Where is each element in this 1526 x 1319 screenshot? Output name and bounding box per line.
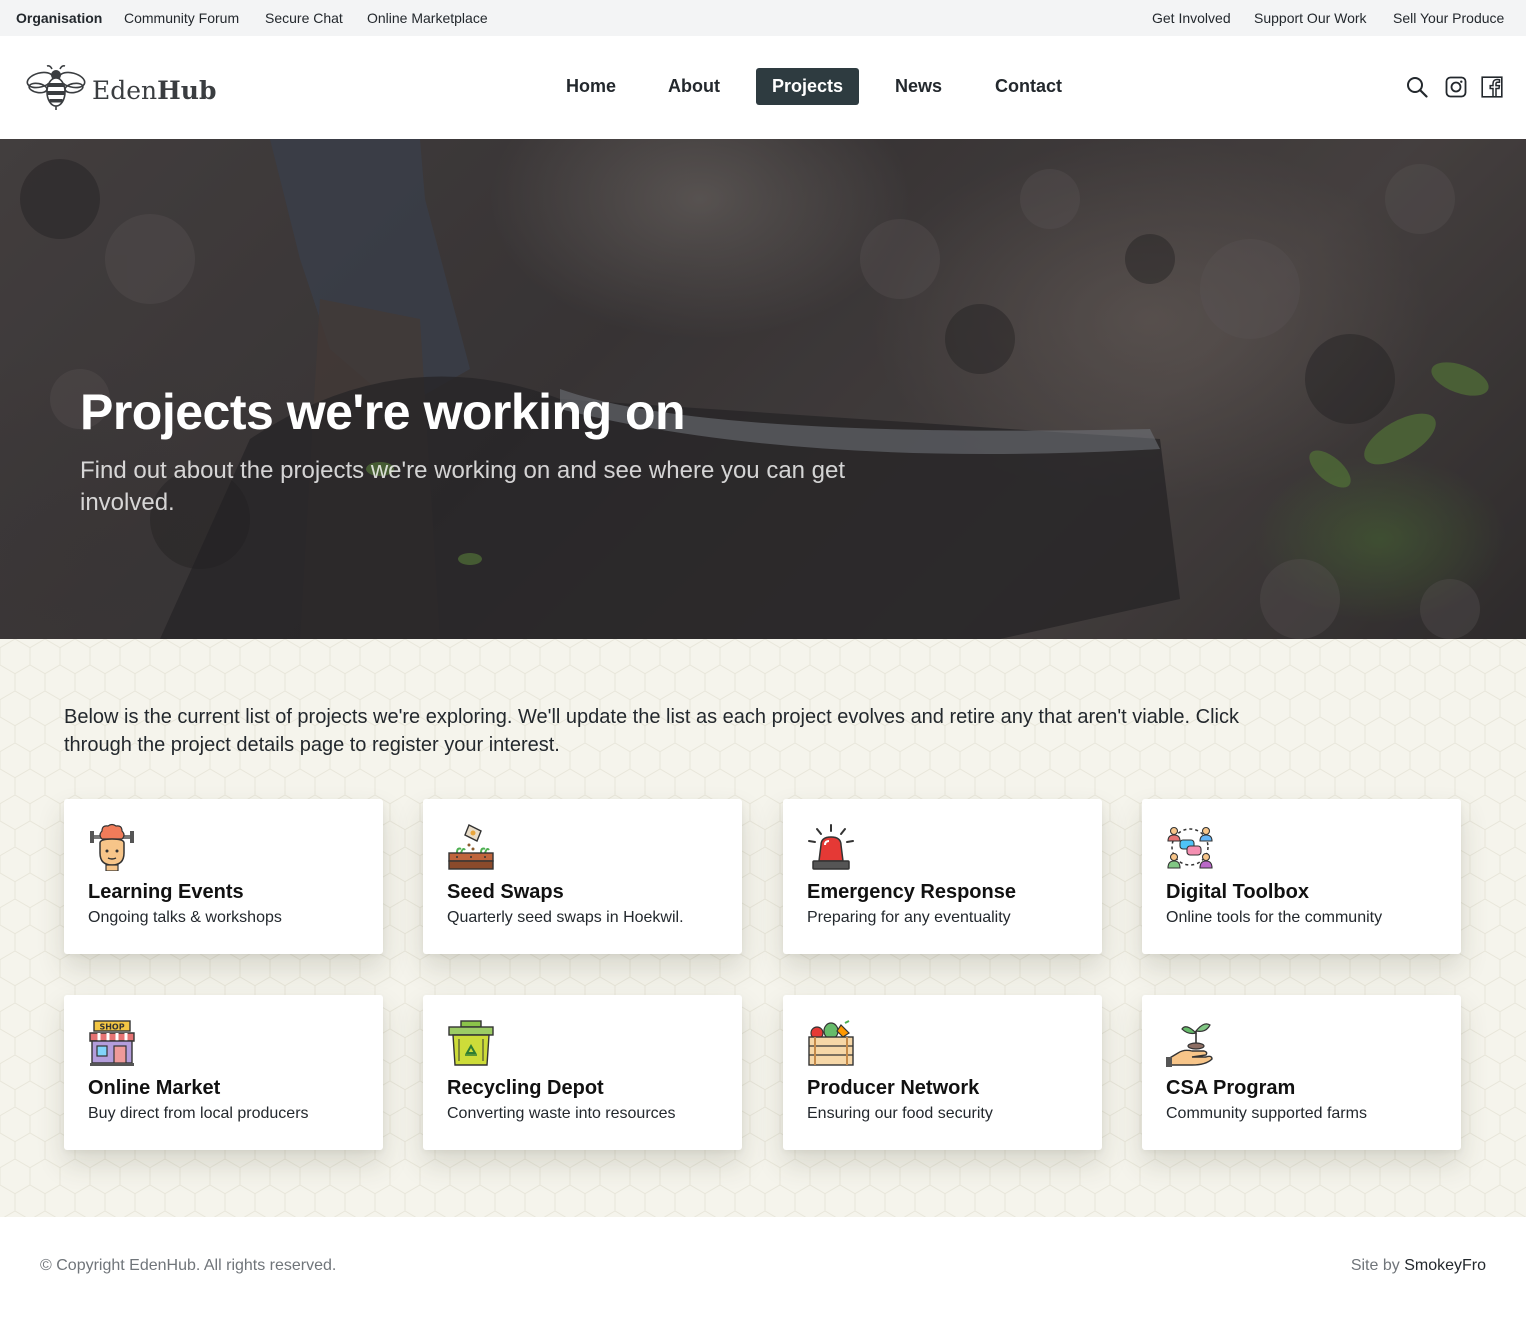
site-header: EdenHub Home About Projects News Contact [0,36,1526,139]
site-footer: © Copyright EdenHub. All rights reserved… [0,1217,1526,1319]
intro-text: Below is the current list of projects we… [64,706,1239,756]
project-card-seed-swaps[interactable]: Seed Swaps Quarterly seed swaps in Hoekw… [423,799,742,954]
hero-title: Projects we're working on [80,384,686,440]
project-card-recycling-depot[interactable]: Recycling Depot Converting waste into re… [423,995,742,1150]
topbar-link-secure-chat[interactable]: Secure Chat [265,10,343,26]
topbar-link-organisation[interactable]: Organisation [16,10,102,26]
project-card-producer-network[interactable]: Producer Network Ensuring our food secur… [783,995,1102,1150]
project-title: Emergency Response [807,881,1016,903]
project-title: Producer Network [807,1077,980,1099]
project-subtitle: Ongoing talks & workshops [88,909,282,926]
siren-icon [808,824,854,870]
search-icon[interactable] [1406,76,1428,98]
instagram-icon[interactable] [1445,76,1467,98]
project-card-learning-events[interactable]: Learning Events Ongoing talks & workshop… [64,799,383,954]
projects-section: Below is the current list of projects we… [0,639,1526,1217]
topbar-link-support-our-work[interactable]: Support Our Work [1254,10,1367,26]
nav-item-projects[interactable]: Projects [756,68,859,105]
hero-banner: Projects we're working on Find out about… [0,139,1526,639]
nav-item-about[interactable]: About [656,68,732,105]
hero-subtitle: Find out about the projects we're workin… [80,457,846,516]
site-credit: Site by SmokeyFro [1351,1257,1486,1275]
project-subtitle: Buy direct from local producers [88,1105,309,1122]
svg-text:SHOP: SHOP [99,1023,124,1032]
brand-name: EdenHub [92,76,217,105]
topbar-link-online-marketplace[interactable]: Online Marketplace [367,10,488,26]
project-title: Digital Toolbox [1166,881,1309,903]
shop-icon: SHOP [89,1020,135,1066]
project-title: Online Market [88,1077,221,1099]
nav-item-home[interactable]: Home [552,68,630,105]
project-title: CSA Program [1166,1077,1296,1099]
topbar-link-sell-your-produce[interactable]: Sell Your Produce [1393,10,1504,26]
project-title: Learning Events [88,881,244,903]
seed-planting-icon [448,824,494,870]
project-card-digital-toolbox[interactable]: Digital Toolbox Online tools for the com… [1142,799,1461,954]
nav-item-news[interactable]: News [882,68,955,105]
project-subtitle: Community supported farms [1166,1105,1367,1122]
project-card-online-market[interactable]: SHOP Online Market Buy direct from local… [64,995,383,1150]
site-logo[interactable]: EdenHub [26,64,216,114]
project-title: Recycling Depot [447,1077,604,1099]
top-utility-bar: Organisation Community Forum Secure Chat… [0,0,1526,36]
credit-prefix: Site by [1350,1257,1400,1274]
credit-link[interactable]: SmokeyFro [1404,1257,1486,1274]
topbar-link-community-forum[interactable]: Community Forum [124,10,239,26]
hand-seedling-icon [1166,1023,1213,1067]
project-subtitle: Quarterly seed swaps in Hoekwil. [447,909,684,926]
project-subtitle: Ensuring our food security [807,1105,993,1122]
produce-crate-icon [808,1020,854,1066]
project-subtitle: Online tools for the community [1166,909,1383,926]
bee-icon [26,65,86,110]
project-subtitle: Converting waste into resources [447,1105,676,1122]
facebook-icon[interactable] [1481,76,1503,98]
project-card-emergency-response[interactable]: Emergency Response Preparing for any eve… [783,799,1102,954]
topbar-link-get-involved[interactable]: Get Involved [1152,10,1231,26]
brain-workout-icon [90,823,134,871]
recycling-bin-icon [448,1020,494,1066]
nav-item-contact[interactable]: Contact [981,68,1076,105]
project-subtitle: Preparing for any eventuality [807,909,1011,926]
project-title: Seed Swaps [447,881,564,903]
project-card-csa-program[interactable]: CSA Program Community supported farms [1142,995,1461,1150]
network-chat-icon [1167,826,1213,869]
copyright-text: © Copyright EdenHub. All rights reserved… [40,1257,337,1274]
